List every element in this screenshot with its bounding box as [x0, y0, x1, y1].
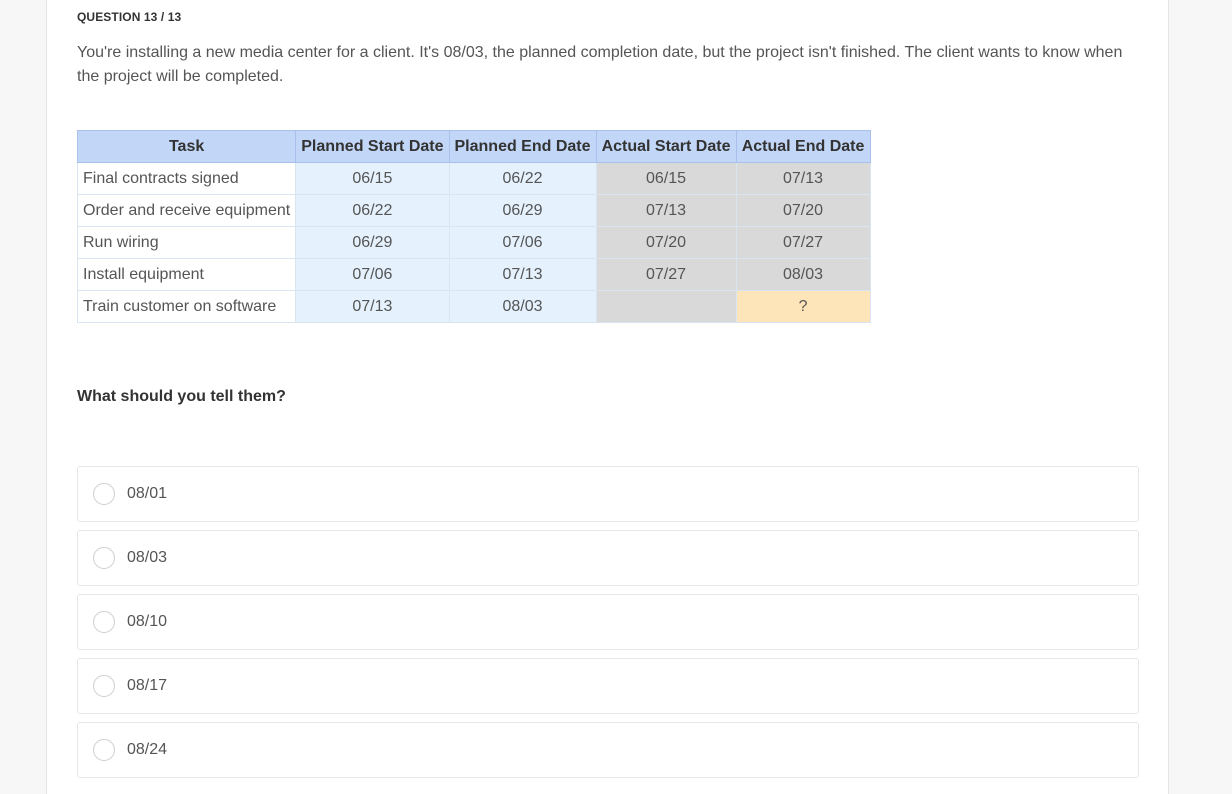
answer-options: 08/01 08/03 08/10 08/17 08/24 [77, 466, 1139, 786]
planned-start-cell: 07/13 [295, 290, 450, 323]
header-planned-end: Planned End Date [448, 130, 597, 163]
planned-start-cell: 07/06 [295, 258, 450, 291]
radio-icon[interactable] [93, 611, 115, 633]
answer-option[interactable]: 08/24 [77, 722, 1139, 778]
actual-start-cell: 07/20 [595, 226, 737, 259]
radio-icon[interactable] [93, 739, 115, 761]
planned-end-cell: 08/03 [448, 290, 597, 323]
planned-end-cell: 07/06 [448, 226, 597, 259]
planned-start-cell: 06/22 [295, 194, 450, 227]
answer-option[interactable]: 08/01 [77, 466, 1139, 522]
planned-end-cell: 06/22 [448, 162, 597, 195]
table-row: Run wiring 06/29 07/06 07/20 07/27 [76, 226, 871, 259]
actual-start-cell [595, 290, 737, 323]
radio-icon[interactable] [93, 547, 115, 569]
table-row: Final contracts signed 06/15 06/22 06/15… [76, 162, 871, 195]
unknown-end-cell: ? [735, 290, 871, 323]
table-row: Train customer on software 07/13 08/03 ? [76, 290, 871, 323]
actual-end-cell: 07/20 [735, 194, 871, 227]
task-cell: Install equipment [76, 258, 297, 291]
answer-option[interactable]: 08/17 [77, 658, 1139, 714]
actual-end-cell: 07/27 [735, 226, 871, 259]
planned-end-cell: 06/29 [448, 194, 597, 227]
answer-label: 08/03 [127, 549, 168, 566]
task-cell: Train customer on software [76, 290, 297, 323]
question-prompt: You're installing a new media center for… [77, 44, 1123, 85]
actual-start-cell: 07/27 [595, 258, 737, 291]
planned-end-cell: 07/13 [448, 258, 597, 291]
task-cell: Final contracts signed [76, 162, 297, 195]
question-counter: QUESTION 13 / 13 [77, 10, 182, 24]
question-ask: What should you tell them? [77, 388, 286, 405]
actual-end-cell: 07/13 [735, 162, 871, 195]
header-task: Task [76, 130, 297, 163]
actual-start-cell: 06/15 [595, 162, 737, 195]
schedule-table: Task Planned Start Date Planned End Date… [76, 130, 871, 323]
actual-end-cell: 08/03 [735, 258, 871, 291]
planned-start-cell: 06/29 [295, 226, 450, 259]
question-card: QUESTION 13 / 13 You're installing a new… [46, 0, 1169, 794]
task-cell: Order and receive equipment [76, 194, 297, 227]
actual-start-cell: 07/13 [595, 194, 737, 227]
answer-option[interactable]: 08/10 [77, 594, 1139, 650]
table-row: Install equipment 07/06 07/13 07/27 08/0… [76, 258, 871, 291]
answer-label: 08/24 [127, 741, 168, 758]
table-row: Order and receive equipment 06/22 06/29 … [76, 194, 871, 227]
answer-label: 08/17 [127, 677, 168, 694]
header-actual-start: Actual Start Date [595, 130, 737, 163]
planned-start-cell: 06/15 [295, 162, 450, 195]
header-planned-start: Planned Start Date [295, 130, 450, 163]
header-actual-end: Actual End Date [735, 130, 871, 163]
answer-option[interactable]: 08/03 [77, 530, 1139, 586]
answer-label: 08/01 [127, 485, 168, 502]
answer-label: 08/10 [127, 613, 168, 630]
task-cell: Run wiring [76, 226, 297, 259]
table-header-row: Task Planned Start Date Planned End Date… [76, 130, 871, 163]
radio-icon[interactable] [93, 483, 115, 505]
radio-icon[interactable] [93, 675, 115, 697]
